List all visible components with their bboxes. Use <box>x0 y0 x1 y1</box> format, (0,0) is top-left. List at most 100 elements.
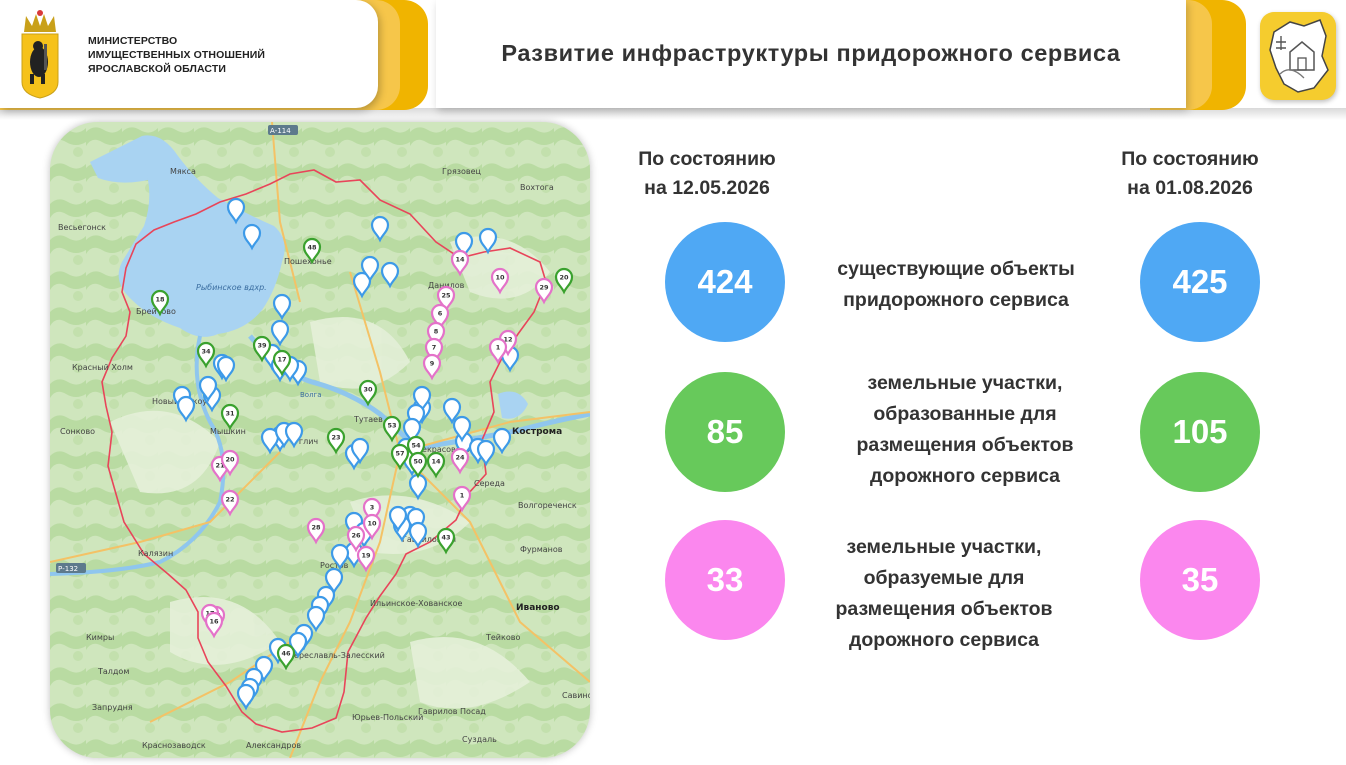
forming-plots-label: земельные участки, образуемые для размещ… <box>794 532 1094 656</box>
column-header-before: По состоянию на 12.05.2026 <box>607 145 807 203</box>
map-pin-number: 28 <box>311 524 321 532</box>
ministry-line: ЯРОСЛАВСКОЙ ОБЛАСТИ <box>88 63 226 75</box>
region-map-house-logo-icon <box>1260 12 1336 100</box>
map-pin-number: 6 <box>438 310 443 318</box>
map-place-label: Волгореченск <box>518 501 577 510</box>
map-pin-number: 16 <box>209 618 219 626</box>
map-place-label: Талдом <box>97 667 129 676</box>
map-pin-number: 43 <box>441 534 450 542</box>
formed-plots-label: земельные участки, образованные для разм… <box>815 368 1115 492</box>
existing-objects-before-circle: 424 <box>665 222 785 342</box>
formed-plots-after-circle: 105 <box>1140 372 1260 492</box>
map-place-label: Красный Холм <box>72 363 133 372</box>
existing-objects-after-circle: 425 <box>1140 222 1260 342</box>
map-pin-number: 31 <box>225 410 235 418</box>
map-pin-number: 1 <box>496 344 501 352</box>
map-canvas[interactable]: Мякса Грязовец Вохтога Весьегонск Пошехонье Р… <box>50 122 590 758</box>
map-place-label: Грязовец <box>442 167 482 176</box>
map-place-label: Савино <box>562 691 590 700</box>
row-label-line: образованные для <box>873 403 1057 425</box>
existing-objects-label: существующие объекты придорожного сервис… <box>806 254 1106 316</box>
map-place-label: Кострома <box>512 427 562 437</box>
map-pin-number: 14 <box>431 458 441 466</box>
map-pin-number: 9 <box>430 360 435 368</box>
map-pin-number: 57 <box>395 450 404 458</box>
map-pin-number: 53 <box>387 422 396 430</box>
map-place-label: Запрудня <box>92 703 133 712</box>
map-place-label: Ильинское-Хованское <box>370 599 463 608</box>
row-label-line: земельные участки, <box>846 536 1042 558</box>
map-place-label: Вохтога <box>520 183 554 192</box>
row-label-line: размещения объектов <box>835 598 1053 620</box>
title-banner: Развитие инфраструктуры придорожного сер… <box>436 0 1186 108</box>
map-pin-number: 34 <box>201 348 211 356</box>
ministry-line: МИНИСТЕРСТВО <box>88 35 178 47</box>
map-place-label: Кимры <box>86 633 114 642</box>
map-pin-number: 26 <box>351 532 361 540</box>
map-place-label: Краснозаводск <box>142 741 206 750</box>
page-title: Развитие инфраструктуры придорожного сер… <box>501 40 1121 66</box>
column-header-line: По состоянию <box>1121 148 1259 170</box>
map-place-label: Юрьев-Польский <box>352 713 423 722</box>
forming-plots-before-circle: 33 <box>665 520 785 640</box>
map-pin-number: 18 <box>155 296 165 304</box>
row-label-line: дорожного сервиса <box>848 629 1040 651</box>
column-header-line: По состоянию <box>638 148 776 170</box>
map-pin-number: 46 <box>281 650 291 658</box>
map-place-label: Весьегонск <box>58 223 106 232</box>
ministry-header: МИНИСТЕРСТВО ИМУЩЕСТВЕННЫХ ОТНОШЕНИЙ ЯРО… <box>0 0 378 108</box>
map-place-label: Сонково <box>60 427 95 436</box>
map-pin-number: 25 <box>441 292 451 300</box>
map-pin-number: 20 <box>225 456 235 464</box>
map-place-label: Иваново <box>516 603 560 613</box>
map-pin-number: 20 <box>559 274 569 282</box>
ministry-line: ИМУЩЕСТВЕННЫХ ОТНОШЕНИЙ <box>88 49 266 61</box>
map-place-label: Фурманов <box>520 545 563 554</box>
map-pin-number: 29 <box>539 284 549 292</box>
row-label-line: образуемые для <box>863 567 1025 589</box>
row-label-line: размещения объектов <box>856 434 1074 456</box>
map-pin-number: 10 <box>495 274 505 282</box>
map-pin-number: 54 <box>411 442 421 450</box>
map-pin-number: 23 <box>331 434 340 442</box>
map-place-label: Тейково <box>485 633 520 642</box>
map-pin-number: 39 <box>257 342 267 350</box>
map-pin-number: 19 <box>361 552 371 560</box>
ministry-name: МИНИСТЕРСТВО ИМУЩЕСТВЕННЫХ ОТНОШЕНИЙ ЯРО… <box>88 34 265 76</box>
map-pin-number: 3 <box>370 504 375 512</box>
map-place-label: Гаврилов Посад <box>418 707 486 716</box>
region-logo-graphic <box>1269 19 1329 93</box>
map-road-label: Р-132 <box>56 563 86 573</box>
map-place-label: Переславль-Залесский <box>288 651 385 660</box>
map-pin-number: 48 <box>307 244 317 252</box>
map-pin-number: 17 <box>277 356 286 364</box>
map-pin-number: 24 <box>455 454 465 462</box>
map-pin-number: 10 <box>367 520 377 528</box>
svg-text:Р-132: Р-132 <box>58 565 78 573</box>
map-place-label: Тутаев <box>353 415 383 424</box>
map-place-label: Александров <box>246 741 301 750</box>
map-place-label: Пошехонье <box>284 257 332 266</box>
map-pin-number: 1 <box>460 492 465 500</box>
forming-plots-after-circle: 35 <box>1140 520 1260 640</box>
map-place-label: Мякса <box>170 167 196 176</box>
map-place-label: Рыбинское вдхр. <box>196 283 267 292</box>
yaroslavl-bear-coat-icon <box>21 10 59 99</box>
column-header-after: По состоянию на 01.08.2026 <box>1090 145 1290 203</box>
row-label-line: придорожного сервиса <box>843 289 1069 311</box>
map-pin-number: 7 <box>432 344 437 352</box>
row-label-line: дорожного сервиса <box>869 465 1061 487</box>
map-place-label: Середа <box>474 479 505 488</box>
map-place-label: Мышкин <box>210 427 246 436</box>
column-header-line: на 01.08.2026 <box>1127 177 1253 199</box>
map-pin-number: 30 <box>363 386 373 394</box>
svg-text:Волга: Волга <box>300 391 322 399</box>
row-label-line: земельные участки, <box>867 372 1063 394</box>
map-place-label: Суздаль <box>462 735 497 744</box>
row-label-line: существующие объекты <box>837 258 1075 280</box>
formed-plots-before-circle: 85 <box>665 372 785 492</box>
map-pin-number: 8 <box>434 328 439 336</box>
region-map[interactable]: Мякса Грязовец Вохтога Весьегонск Пошехонье Р… <box>50 122 590 758</box>
map-place-label: Калязин <box>138 549 173 558</box>
map-pin-number: 22 <box>225 496 234 504</box>
